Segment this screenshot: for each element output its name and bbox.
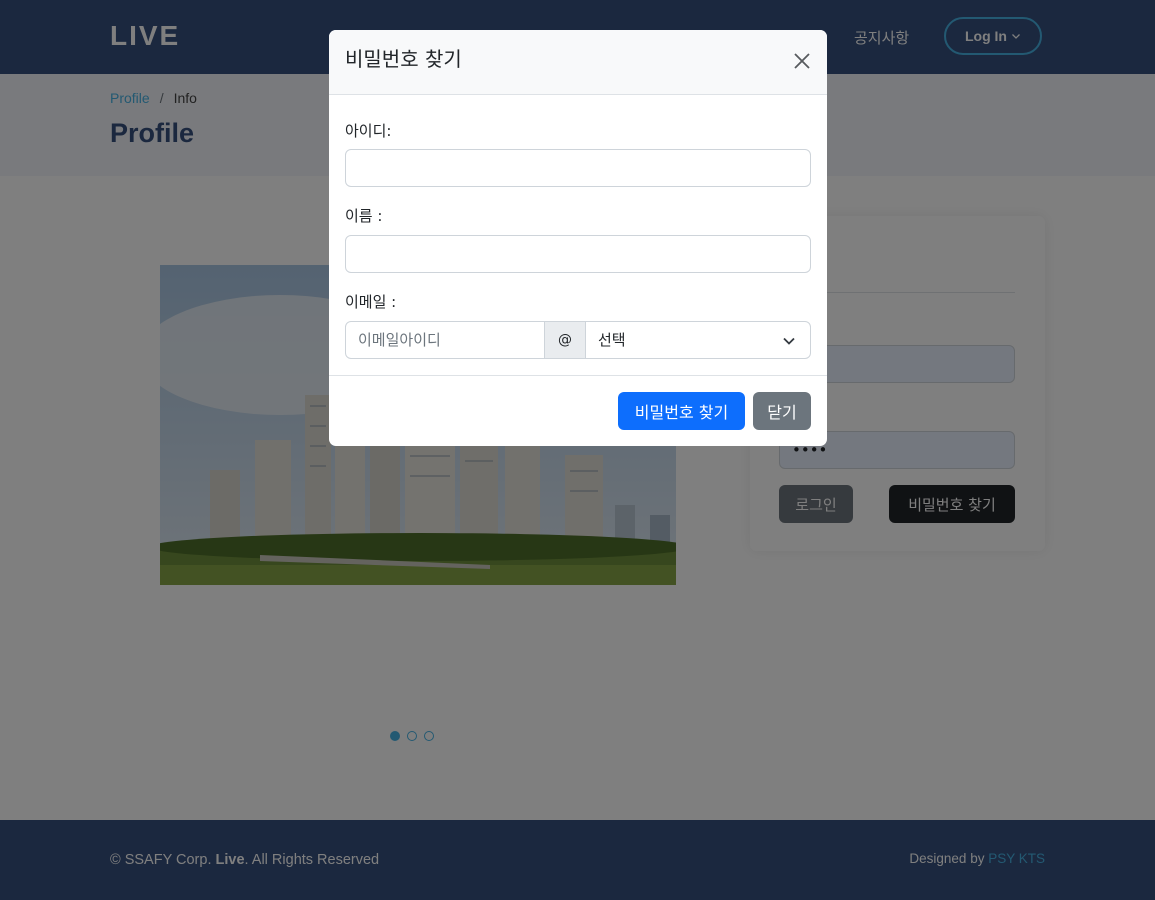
email-id-input[interactable]: 이메일아이디 [345, 321, 545, 359]
email-at-addon: @ [545, 321, 585, 359]
modal-id-label: 아이디: [345, 122, 392, 140]
modal-name-input[interactable] [345, 235, 811, 273]
modal-footer-divider [329, 375, 827, 376]
modal-id-input[interactable] [345, 149, 811, 187]
email-domain-selected: 선택 [598, 331, 626, 349]
modal-name-label: 이름 : [345, 207, 383, 225]
modal-find-password-button[interactable]: 비밀번호 찾기 [618, 392, 745, 430]
modal-title: 비밀번호 찾기 [345, 47, 462, 71]
chevron-down-icon [783, 337, 795, 345]
modal-header: 비밀번호 찾기 [329, 30, 827, 95]
email-input-group: 이메일아이디 @ 선택 [345, 321, 811, 359]
close-icon[interactable] [791, 50, 813, 72]
email-domain-select[interactable]: 선택 [585, 321, 811, 359]
find-password-modal: 비밀번호 찾기 아이디: 이름 : 이메일 : 이메일아이디 @ 선택 비밀번호… [329, 30, 827, 446]
modal-close-button[interactable]: 닫기 [753, 392, 811, 430]
modal-email-label: 이메일 : [345, 293, 397, 311]
